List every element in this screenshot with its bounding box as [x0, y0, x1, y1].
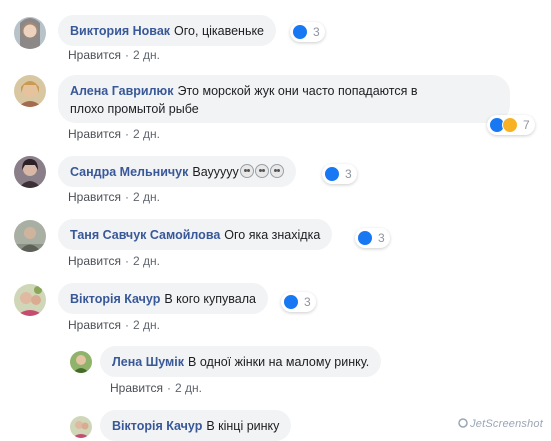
- timestamp[interactable]: 2 дн.: [175, 381, 202, 395]
- like-link[interactable]: Нравится: [68, 254, 121, 268]
- reply-meta: Нравится · 2 дн.: [110, 381, 202, 395]
- like-link[interactable]: Нравится: [68, 190, 121, 204]
- comment-bubble: Алена Гаврилюк Это морской жук они часто …: [58, 75, 510, 123]
- avatar[interactable]: [14, 156, 46, 188]
- camera-icon: [458, 418, 468, 428]
- timestamp[interactable]: 2 дн.: [133, 318, 160, 332]
- avatar[interactable]: [70, 416, 92, 438]
- avatar[interactable]: [70, 351, 92, 373]
- comment-text: Ого яка знахідка: [224, 228, 321, 242]
- reply-text: В одної жінки на малому ринку.: [188, 355, 370, 369]
- comment-meta: Нравится · 2 дн.: [68, 48, 160, 62]
- comment-meta: Нравится · 2 дн.: [68, 254, 160, 268]
- timestamp[interactable]: 2 дн.: [133, 48, 160, 62]
- timestamp[interactable]: 2 дн.: [133, 190, 160, 204]
- reaction-count[interactable]: 7: [487, 115, 535, 135]
- reply-bubble: Вікторія Качур В кінці ринку: [100, 410, 292, 441]
- avatar[interactable]: [14, 17, 46, 49]
- avatar[interactable]: [14, 284, 46, 316]
- reaction-count[interactable]: 3: [290, 22, 325, 42]
- reply-bubble: Лена Шумік В одної жінки на малому ринку.: [100, 346, 382, 377]
- timestamp[interactable]: 2 дн.: [133, 254, 160, 268]
- reply-text: В кінці ринку: [206, 419, 280, 433]
- comment-text: Вауyyyy: [192, 165, 239, 179]
- comment-meta: Нравится · 2 дн.: [68, 318, 160, 332]
- like-link[interactable]: Нравится: [68, 48, 121, 62]
- comment-bubble: Сандра Мельничук Вауyyyy: [58, 156, 296, 187]
- reply-author[interactable]: Лена Шумік: [112, 355, 184, 369]
- comment-author[interactable]: Вікторія Качур: [70, 292, 160, 306]
- avatar[interactable]: [14, 220, 46, 252]
- reaction-count[interactable]: 3: [322, 164, 357, 184]
- anxious-face-emoji-icon: [254, 164, 269, 178]
- comment-bubble: Таня Савчук Самойлова Ого яка знахідка: [58, 219, 333, 250]
- comment-author[interactable]: Таня Савчук Самойлова: [70, 228, 220, 242]
- like-link[interactable]: Нравится: [110, 381, 163, 395]
- like-reaction-icon: [292, 24, 308, 40]
- comment-author[interactable]: Алена Гаврилюк: [70, 84, 173, 98]
- like-link[interactable]: Нравится: [68, 127, 121, 141]
- reply-author[interactable]: Вікторія Качур: [112, 419, 202, 433]
- comment-text: В кого купувала: [164, 292, 256, 306]
- comment-meta: Нравится · 2 дн.: [68, 190, 160, 204]
- comment-text: Это морской жук они часто попадаются в: [177, 84, 418, 98]
- timestamp[interactable]: 2 дн.: [133, 127, 160, 141]
- anxious-face-emoji-icon: [239, 164, 254, 178]
- comment-text-line2: плохо промытой рыбе: [70, 102, 199, 116]
- comment-bubble: Вікторія Качур В кого купувала: [58, 283, 268, 314]
- wow-reaction-icon: [502, 117, 518, 133]
- comment-text: Ого, цікавеньке: [174, 24, 265, 38]
- anxious-face-emoji-icon: [269, 164, 284, 178]
- like-reaction-icon: [283, 294, 299, 310]
- reaction-count[interactable]: 3: [281, 292, 316, 312]
- watermark: JetScreenshot: [458, 418, 543, 430]
- like-reaction-icon: [324, 166, 340, 182]
- reaction-count[interactable]: 3: [355, 228, 390, 248]
- avatar[interactable]: [14, 75, 46, 107]
- like-reaction-icon: [357, 230, 373, 246]
- comment-meta: Нравится · 2 дн.: [68, 127, 160, 141]
- comment-author[interactable]: Виктория Новак: [70, 24, 170, 38]
- comment-author[interactable]: Сандра Мельничук: [70, 165, 188, 179]
- like-link[interactable]: Нравится: [68, 318, 121, 332]
- comment-bubble: Виктория Новак Ого, цікавеньке: [58, 15, 277, 46]
